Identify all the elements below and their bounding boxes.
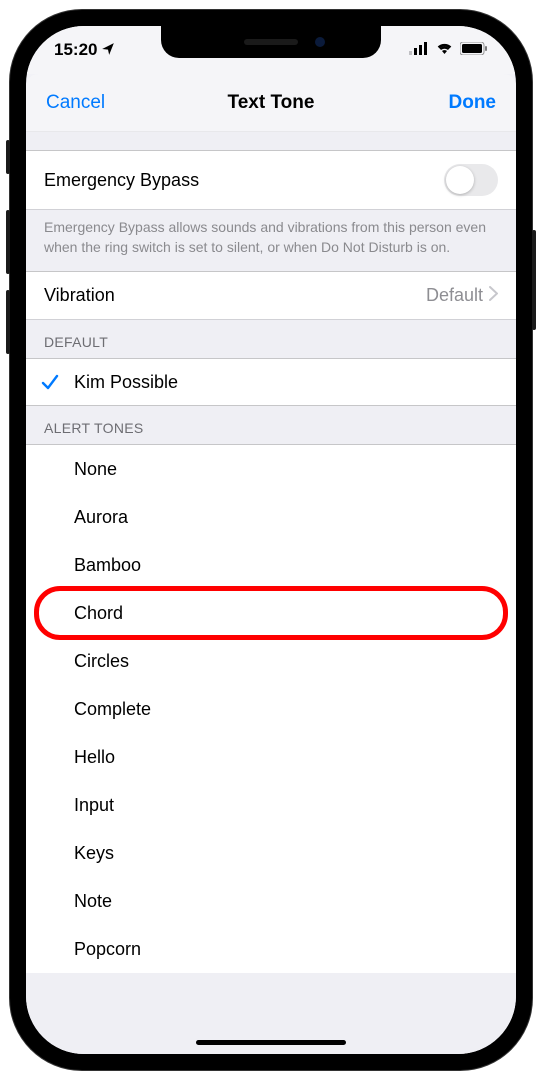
location-icon [101, 42, 115, 59]
done-button[interactable]: Done [449, 92, 497, 114]
cellular-icon [409, 40, 429, 60]
vibration-row[interactable]: Vibration Default [26, 271, 516, 320]
home-indicator[interactable] [196, 1040, 346, 1045]
alert-tone-row[interactable]: Circles [26, 637, 516, 685]
alert-tone-row[interactable]: Popcorn [26, 925, 516, 973]
nav-bar: Cancel Text Tone Done [26, 74, 516, 132]
alert-tone-row[interactable]: Keys [26, 829, 516, 877]
checkmark-icon [26, 373, 74, 391]
alert-tone-label: Popcorn [74, 939, 516, 960]
alert-tone-label: Input [74, 795, 516, 816]
emergency-bypass-row[interactable]: Emergency Bypass [26, 150, 516, 210]
chevron-right-icon [489, 285, 498, 306]
alert-tone-label: Chord [74, 603, 516, 624]
alert-tone-label: Aurora [74, 507, 516, 528]
alert-tone-row[interactable]: Hello [26, 733, 516, 781]
alert-tone-label: Hello [74, 747, 516, 768]
alert-tone-row[interactable]: Complete [26, 685, 516, 733]
vibration-value: Default [426, 285, 483, 306]
emergency-bypass-toggle[interactable] [444, 164, 498, 196]
vibration-label: Vibration [44, 285, 426, 306]
alert-tone-row[interactable]: Bamboo [26, 541, 516, 589]
section-header-default: DEFAULT [26, 320, 516, 358]
default-tone-label: Kim Possible [74, 372, 516, 393]
alert-tone-row[interactable]: Aurora [26, 493, 516, 541]
alert-tone-label: None [74, 459, 516, 480]
alert-tone-label: Note [74, 891, 516, 912]
alert-tone-label: Complete [74, 699, 516, 720]
page-title: Text Tone [228, 92, 315, 114]
wifi-icon [435, 40, 454, 60]
alert-tone-row[interactable]: Input [26, 781, 516, 829]
battery-icon [460, 40, 488, 60]
alert-tone-row[interactable]: Note [26, 877, 516, 925]
alert-tone-label: Circles [74, 651, 516, 672]
section-header-alert-tones: ALERT TONES [26, 406, 516, 444]
status-time: 15:20 [54, 40, 97, 60]
default-tone-row[interactable]: Kim Possible [26, 358, 516, 406]
alert-tone-label: Keys [74, 843, 516, 864]
alert-tone-row[interactable]: Chord [26, 589, 516, 637]
alert-tone-label: Bamboo [74, 555, 516, 576]
emergency-bypass-label: Emergency Bypass [44, 170, 444, 191]
cancel-button[interactable]: Cancel [46, 92, 105, 114]
alert-tone-row[interactable]: None [26, 445, 516, 493]
content-scroll[interactable]: Emergency Bypass Emergency Bypass allows… [26, 132, 516, 1054]
emergency-bypass-footer: Emergency Bypass allows sounds and vibra… [26, 210, 516, 271]
